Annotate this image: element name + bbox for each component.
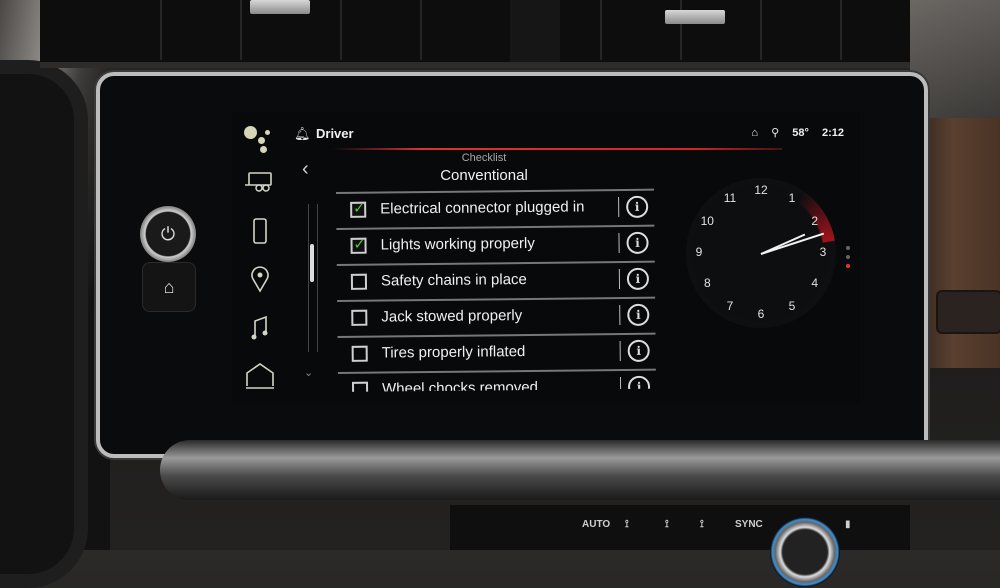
checklist-item[interactable]: ✓ Lights working properly i (336, 224, 655, 264)
checklist-item[interactable]: Tires properly inflated i (337, 332, 656, 372)
page-indicator (846, 246, 850, 273)
checklist-item-label: Safety chains in place (380, 271, 527, 290)
page-dot[interactable] (846, 264, 850, 268)
page-dot[interactable] (846, 246, 850, 250)
checklist-item-label: Jack stowed properly (381, 307, 523, 326)
seat-heat-button[interactable]: ▮ (845, 519, 851, 530)
info-icon[interactable]: i (626, 267, 650, 290)
page-dot[interactable] (846, 255, 850, 259)
accent-divider (332, 148, 782, 150)
checklist-item-label: Lights working properly (380, 234, 535, 254)
wood-trim (922, 118, 1000, 368)
airflow-feet-button[interactable]: ⟟ (665, 519, 669, 530)
checkbox[interactable] (351, 381, 369, 392)
storage-pocket (936, 290, 1000, 334)
scrollbar-thumb[interactable] (310, 244, 314, 282)
checkbox[interactable] (350, 273, 368, 290)
info-icon[interactable]: i (627, 303, 650, 326)
vent-tab-right[interactable] (665, 10, 725, 24)
clock-numeral: 12 (754, 183, 768, 197)
steering-wheel (0, 60, 88, 588)
checkbox[interactable]: ✓ (350, 199, 367, 218)
status-bar: 🔔︎ Driver ⌂ ⚲ 58° 2:12 (292, 120, 852, 150)
air-vent (40, 0, 940, 68)
page-subtitle: Checklist (461, 152, 507, 164)
airflow-defrost-button[interactable]: ⟟ (700, 519, 704, 530)
scroll-down-chevron-icon[interactable]: ⌄ (304, 366, 313, 379)
home-icon: ⌂ (163, 277, 175, 297)
clock-numeral: 4 (811, 276, 819, 290)
location-pin-icon[interactable] (244, 264, 276, 294)
music-note-icon[interactable] (244, 312, 276, 342)
phone-icon[interactable] (244, 216, 276, 246)
checkbox[interactable] (351, 345, 368, 362)
checklist-item[interactable]: Safety chains in place i (336, 260, 656, 300)
outside-temperature: 58° (792, 127, 809, 139)
checklist: ✓ Electrical connector plugged in i ✓ Lights… (336, 188, 657, 392)
checkbox[interactable] (351, 309, 368, 326)
info-icon[interactable]: i (627, 339, 650, 362)
profile-name[interactable]: Driver (316, 126, 354, 141)
clock-numeral: 8 (703, 276, 711, 290)
divider (618, 269, 621, 290)
checklist-item[interactable]: Jack stowed properly i (337, 296, 656, 336)
clock-numeral: 6 (757, 307, 765, 321)
status-area: ⌂ ⚲ 58° 2:12 (741, 126, 844, 139)
info-icon[interactable]: i (626, 195, 649, 218)
power-volume-knob[interactable]: ⏻ (140, 206, 196, 262)
scrollbar[interactable] (308, 204, 318, 352)
checklist-item-label: Electrical connector plugged in (380, 198, 585, 218)
divider (619, 305, 621, 326)
divider (619, 377, 622, 392)
trailer-icon[interactable] (244, 170, 276, 200)
hardware-home-button[interactable]: ⌂ (142, 262, 196, 312)
infotainment-screen: 🔔︎ Driver ⌂ ⚲ 58° 2:12 ‹ Checklist Conve… (232, 112, 860, 402)
divider (618, 197, 620, 218)
clock-numeral: 7 (726, 298, 734, 313)
sidebar (232, 112, 288, 402)
clock-numeral: 5 (788, 298, 796, 313)
clock-numeral: 11 (723, 191, 737, 206)
airflow-face-button[interactable]: ⟟ (625, 519, 629, 530)
bell-icon[interactable]: 🔔︎ (294, 126, 311, 142)
location-pin-icon: ⚲ (771, 127, 780, 139)
divider (619, 341, 621, 362)
checklist-item[interactable]: Wheel chocks removed i (337, 368, 657, 392)
clock-numeral: 10 (700, 214, 714, 228)
clock-time: 2:12 (821, 127, 844, 139)
clock-numeral: 1 (788, 191, 796, 206)
checklist-item[interactable]: ✓ Electrical connector plugged in i (336, 188, 655, 228)
analog-clock: 12 1 2 3 4 5 6 7 8 9 10 11 (686, 178, 836, 328)
checklist-item-label: Tires properly inflated (381, 343, 526, 362)
climate-auto-button[interactable]: AUTO (582, 519, 610, 530)
back-button[interactable]: ‹ (302, 158, 309, 181)
divider (618, 233, 620, 254)
vent-tab-left[interactable] (250, 0, 310, 14)
climate-sync-button[interactable]: SYNC (735, 519, 763, 530)
info-icon[interactable]: i (627, 375, 651, 392)
dash-shelf-trim (160, 440, 1000, 500)
info-icon[interactable]: i (626, 231, 649, 254)
lock-icon: ⌂ (751, 127, 759, 139)
checkmark-icon: ✓ (353, 235, 366, 252)
clock-numeral: 2 (811, 214, 819, 228)
temperature-dial[interactable] (770, 517, 840, 587)
checklist-item-label: Wheel chocks removed (381, 378, 539, 392)
page-title: Conventional (440, 167, 528, 184)
checkmark-icon: ✓ (353, 199, 365, 216)
clock-numeral: 9 (695, 245, 703, 259)
power-icon: ⏻ (160, 224, 176, 244)
climate-controls: AUTO ⟟ ⟟ ⟟ SYNC ▮ (450, 505, 910, 587)
home-icon[interactable] (244, 360, 276, 390)
checkbox[interactable]: ✓ (350, 235, 367, 254)
clock-numeral: 3 (819, 245, 827, 259)
assistant-icon[interactable] (244, 124, 274, 154)
